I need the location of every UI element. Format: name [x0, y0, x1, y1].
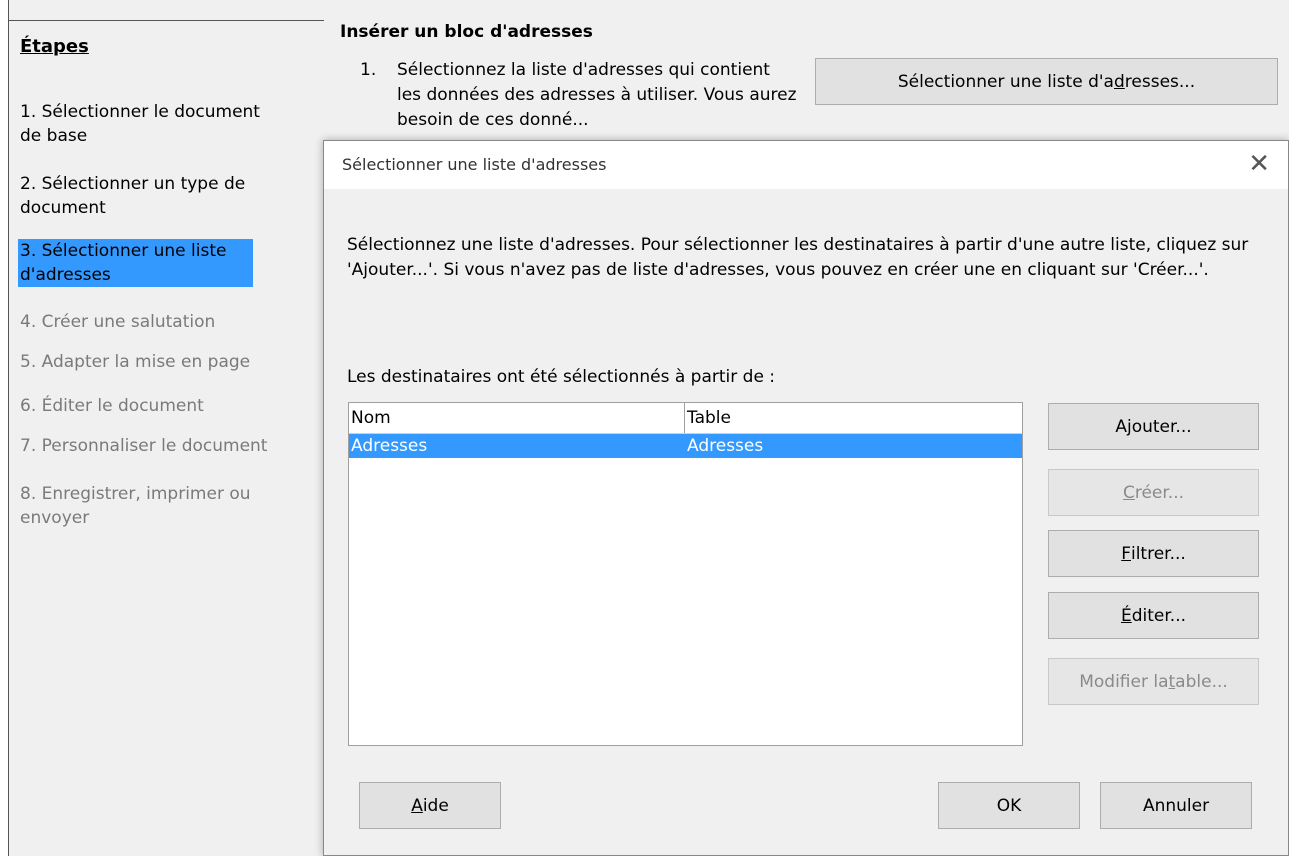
ok-button[interactable]: OK [938, 782, 1080, 829]
step-4: 4. Créer une salutation [20, 310, 260, 334]
step-number: 1. [20, 102, 37, 122]
step-1[interactable]: 1. Sélectionner le document de base [20, 100, 260, 148]
edit-button[interactable]: Éditer... [1048, 592, 1259, 639]
step-label: Enregistrer, imprimer ou envoyer [20, 484, 251, 528]
button-label-part: iltrer... [1130, 543, 1186, 564]
step-label: Éditer le document [41, 396, 204, 416]
button-label-part: ide [422, 795, 449, 816]
step-7: 7. Personnaliser le document [20, 434, 320, 458]
step-number: 4. [20, 312, 37, 332]
close-icon[interactable]: ✕ [1248, 150, 1270, 178]
steps-title: Étapes [20, 36, 89, 57]
instruction-text: Sélectionnez la liste d'adresses qui con… [397, 60, 797, 130]
step-6: 6. Éditer le document [20, 394, 260, 418]
button-label-accel: A [411, 795, 423, 816]
step-label: Adapter la mise en page [41, 352, 251, 372]
step-number: 5. [20, 352, 37, 372]
button-label-accel: C [1122, 482, 1135, 503]
step-number: 2. [20, 174, 37, 194]
dialog-titlebar: Sélectionner une liste d'adresses ✕ [324, 141, 1288, 189]
button-label-accel: F [1121, 543, 1131, 564]
modify-table-button[interactable]: Modifier la t able... [1048, 658, 1259, 705]
column-header-nom[interactable]: Nom [349, 403, 685, 433]
step-5: 5. Adapter la mise en page [20, 350, 300, 374]
button-label-part: Sélectionner une liste d'a [897, 71, 1114, 92]
step-8: 8. Enregistrer, imprimer ou envoyer [20, 482, 270, 530]
dialog-title: Sélectionner une liste d'adresses [342, 155, 607, 174]
window-left-edge [0, 0, 9, 856]
table-row[interactable]: Adresses Adresses [349, 434, 1022, 458]
cell-name: Adresses [351, 436, 428, 456]
button-label-accel: d [1113, 71, 1125, 92]
select-address-list-dialog: Sélectionner une liste d'adresses ✕ Séle… [323, 140, 1289, 856]
dialog-description: Sélectionnez une liste d'adresses. Pour … [347, 235, 1249, 280]
step-2[interactable]: 2. Sélectionner un type de document [20, 172, 260, 220]
step-number: 6. [20, 396, 37, 416]
address-list-table[interactable]: Nom Table Adresses Adresses [348, 402, 1023, 746]
step-number: 3. [20, 241, 37, 261]
button-label-part: A [1115, 416, 1127, 437]
button-label-accel: É [1120, 605, 1132, 626]
button-label-part: able... [1175, 671, 1228, 692]
step-3[interactable]: 3. Sélectionner une liste d'adresses [18, 239, 253, 287]
step-label: Personnaliser le document [41, 436, 268, 456]
step-number: 7. [20, 436, 37, 456]
cancel-button[interactable]: Annuler [1100, 782, 1252, 829]
button-label-accel: t [1168, 671, 1176, 692]
section-title: Insérer un bloc d'adresses [340, 22, 593, 42]
column-header-table[interactable]: Table [685, 403, 1022, 433]
filter-button[interactable]: Filtrer... [1048, 530, 1259, 577]
step-number: 8. [20, 484, 37, 504]
cell-table: Adresses [687, 436, 764, 456]
list-label: Les destinataires ont été sélectionnés à… [347, 367, 776, 387]
step-label: Sélectionner le document de base [20, 102, 260, 146]
button-label-part: réer... [1134, 482, 1185, 503]
step-label: Sélectionner un type de document [20, 174, 246, 218]
instruction-number: 1. [360, 60, 377, 80]
create-button[interactable]: Créer... [1048, 469, 1259, 516]
button-label-part: resses... [1124, 71, 1196, 92]
step-label: Sélectionner une liste d'adresses [20, 241, 227, 285]
step-label: Créer une salutation [41, 312, 216, 332]
select-address-list-button[interactable]: Sélectionner une liste d'a d resses... [815, 58, 1278, 105]
table-header: Nom Table [349, 403, 1022, 434]
steps-separator [8, 20, 324, 21]
button-label-part: diter... [1131, 605, 1187, 626]
add-button[interactable]: Aj outer... [1048, 403, 1259, 450]
help-button[interactable]: Aide [359, 782, 501, 829]
button-label-part: outer... [1131, 416, 1192, 437]
button-label-part: Modifier la [1079, 671, 1169, 692]
